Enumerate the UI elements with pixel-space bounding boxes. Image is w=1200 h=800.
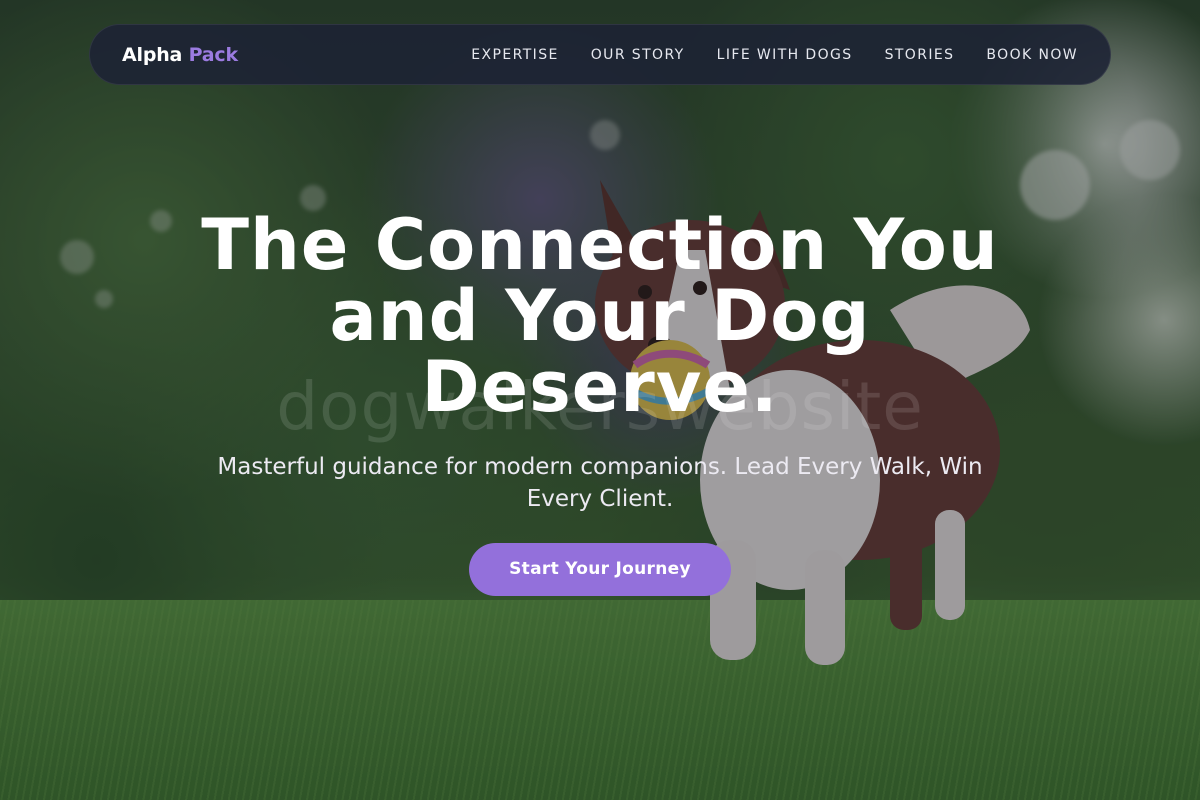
nav-link-our-story[interactable]: OUR STORY (591, 47, 685, 63)
start-journey-button[interactable]: Start Your Journey (469, 543, 731, 596)
nav-link-stories[interactable]: STORIES (885, 47, 955, 63)
nav-link-life-with-dogs[interactable]: LIFE WITH DOGS (717, 47, 853, 63)
brand-name-primary: Alpha (122, 43, 183, 66)
brand-name-accent: Pack (188, 43, 239, 66)
nav-links: EXPERTISE OUR STORY LIFE WITH DOGS STORI… (439, 47, 1078, 63)
nav-link-expertise[interactable]: EXPERTISE (471, 47, 558, 63)
top-navbar: Alpha Pack EXPERTISE OUR STORY LIFE WITH… (89, 24, 1111, 85)
hero-subtitle: Masterful guidance for modern companions… (217, 454, 983, 512)
nav-link-book-now[interactable]: BOOK NOW (986, 47, 1078, 63)
hero-title: The Connection You and Your Dog Deserve. (201, 204, 999, 428)
hero-section: The Connection You and Your Dog Deserve.… (0, 210, 1200, 596)
brand-logo[interactable]: Alpha Pack (122, 44, 238, 66)
